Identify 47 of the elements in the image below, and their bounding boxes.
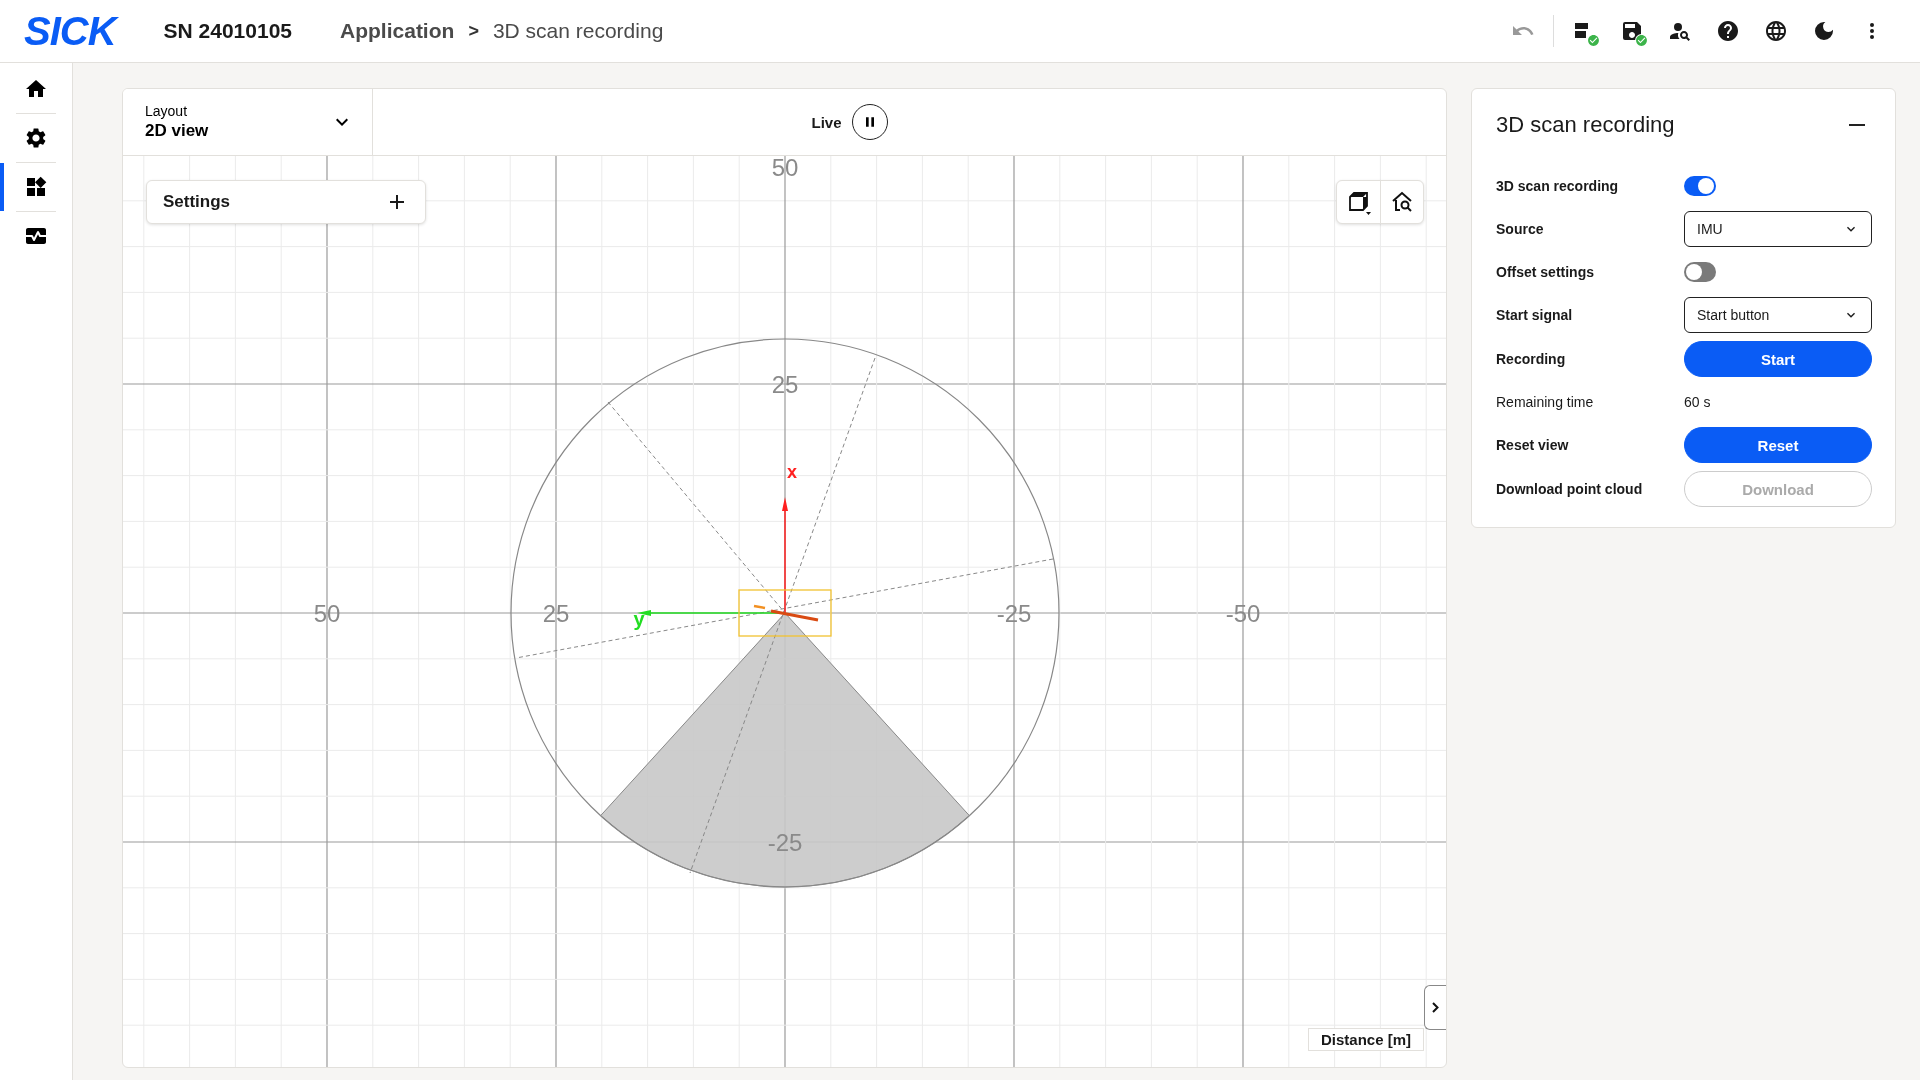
house-search-icon	[1390, 190, 1414, 214]
expand-button[interactable]	[1424, 985, 1446, 1030]
globe-icon	[1764, 19, 1788, 43]
breadcrumb-link[interactable]: Application	[340, 19, 455, 43]
field-label: Source	[1496, 221, 1545, 237]
axis-tick-label: 50	[313, 600, 341, 627]
toggle-switch[interactable]	[1684, 175, 1716, 196]
y-axis-label: y	[633, 608, 645, 630]
axis-tick-label: 50	[771, 156, 799, 181]
check-badge-icon	[1635, 34, 1648, 47]
toggle-switch[interactable]	[1684, 261, 1716, 282]
live-label: Live	[811, 113, 842, 131]
breadcrumb-current: 3D scan recording	[492, 19, 664, 43]
field-label: Offset settings	[1496, 264, 1595, 280]
scan-view[interactable]: 50 25 -25 -50 50 25 -25 x y Settings Distance [m]	[123, 156, 1446, 1067]
device-serial: SN 24010105	[163, 19, 293, 43]
moon-icon	[1812, 19, 1836, 43]
field-label: 3D scan recording	[1496, 178, 1620, 194]
help-icon	[1716, 19, 1740, 43]
field-label: Reset view	[1496, 437, 1570, 453]
panel-title: 3D scan recording	[1496, 112, 1675, 138]
check-badge-icon	[1587, 34, 1600, 47]
dropdown[interactable]: IMU	[1684, 211, 1872, 247]
field-label: Recording	[1496, 351, 1567, 367]
field-label: Download point cloud	[1496, 481, 1644, 497]
action-button[interactable]: Start	[1684, 341, 1872, 377]
unit-label: Distance [m]	[1307, 1028, 1424, 1051]
settings-expander[interactable]: Settings	[146, 180, 426, 224]
axis-tick-label: -50	[1225, 600, 1261, 627]
field-label: Start signal	[1496, 307, 1574, 323]
dropdown[interactable]: Start button	[1684, 297, 1872, 333]
field-label: Remaining time	[1496, 394, 1595, 410]
axis-tick-label: -25	[767, 829, 803, 856]
axis-tick-label: 25	[771, 371, 799, 398]
pause-button[interactable]	[851, 104, 888, 140]
sensor-marker	[753, 604, 819, 622]
layout-select[interactable]: Layout 2D view	[123, 89, 373, 155]
axis-tick-label: -25	[996, 600, 1032, 627]
x-axis-label: x	[787, 462, 797, 482]
breadcrumb-separator: >	[468, 20, 479, 42]
settings-icon	[24, 126, 48, 150]
more-icon	[1870, 23, 1874, 39]
chevron-right-icon	[1432, 1002, 1439, 1013]
axis-tick-label: 25	[542, 600, 570, 627]
widgets-icon	[24, 175, 48, 199]
action-button[interactable]: Reset	[1684, 427, 1872, 463]
value-text: 60 s	[1684, 394, 1712, 410]
